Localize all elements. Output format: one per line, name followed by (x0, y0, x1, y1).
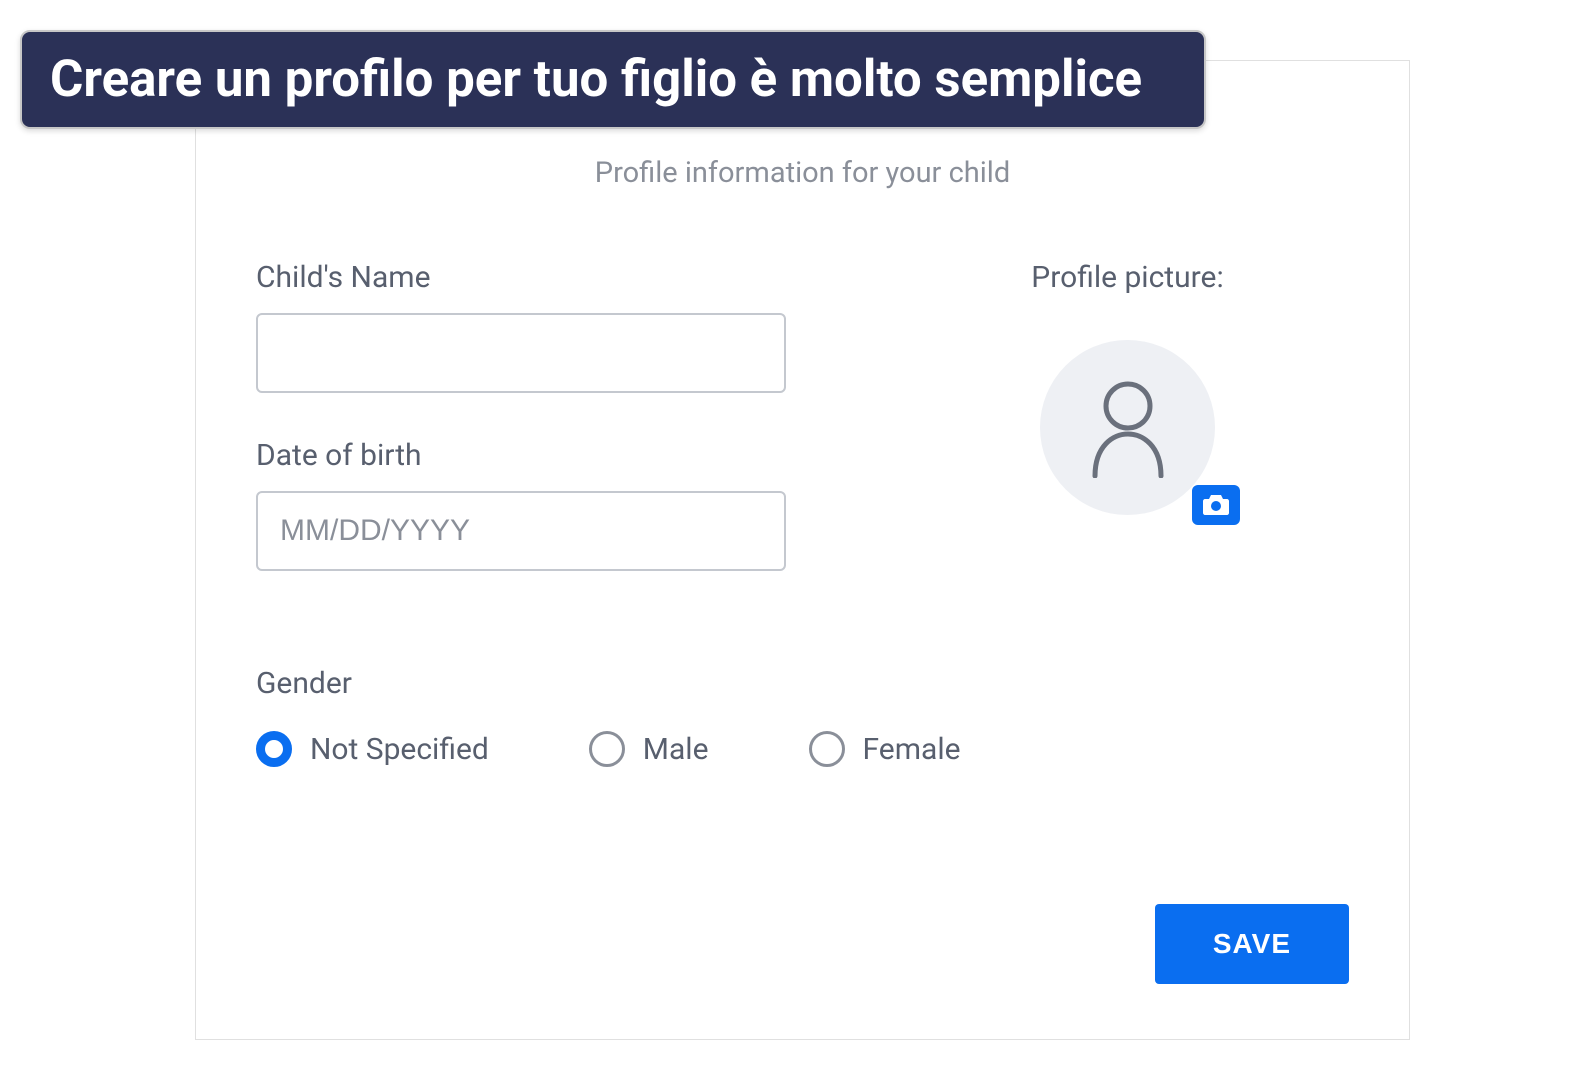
gender-radio-female[interactable]: Female (809, 731, 961, 767)
child-name-field: Child's Name (256, 260, 786, 393)
form-row: Child's Name Date of birth Profile pictu… (256, 260, 1349, 616)
radio-label: Male (643, 732, 709, 767)
avatar-placeholder (1040, 340, 1215, 515)
profile-picture-label: Profile picture: (906, 260, 1349, 295)
child-name-input[interactable] (256, 313, 786, 393)
gender-radio-group: Not Specified Male Female (256, 731, 1349, 767)
child-name-label: Child's Name (256, 260, 786, 295)
save-button[interactable]: SAVE (1155, 904, 1349, 984)
radio-indicator (589, 731, 625, 767)
camera-icon (1201, 493, 1231, 517)
form-subtitle: Profile information for your child (256, 156, 1349, 190)
banner-caption: Creare un profilo per tuo figlio è molto… (20, 30, 1206, 129)
radio-indicator (256, 731, 292, 767)
radio-indicator (809, 731, 845, 767)
gender-label: Gender (256, 666, 1349, 701)
gender-radio-male[interactable]: Male (589, 731, 709, 767)
person-icon (1083, 378, 1173, 478)
profile-form-card: Profile information for your child Child… (195, 60, 1410, 1040)
form-left-column: Child's Name Date of birth (256, 260, 786, 616)
gender-section: Gender Not Specified Male Female (256, 666, 1349, 767)
radio-label: Not Specified (310, 732, 489, 767)
dob-input[interactable] (256, 491, 786, 571)
avatar-container (1040, 340, 1215, 515)
dob-field: Date of birth (256, 438, 786, 571)
radio-label: Female (863, 732, 961, 767)
gender-radio-not-specified[interactable]: Not Specified (256, 731, 489, 767)
upload-photo-button[interactable] (1192, 485, 1240, 525)
form-right-column: Profile picture: (906, 260, 1349, 616)
dob-label: Date of birth (256, 438, 786, 473)
